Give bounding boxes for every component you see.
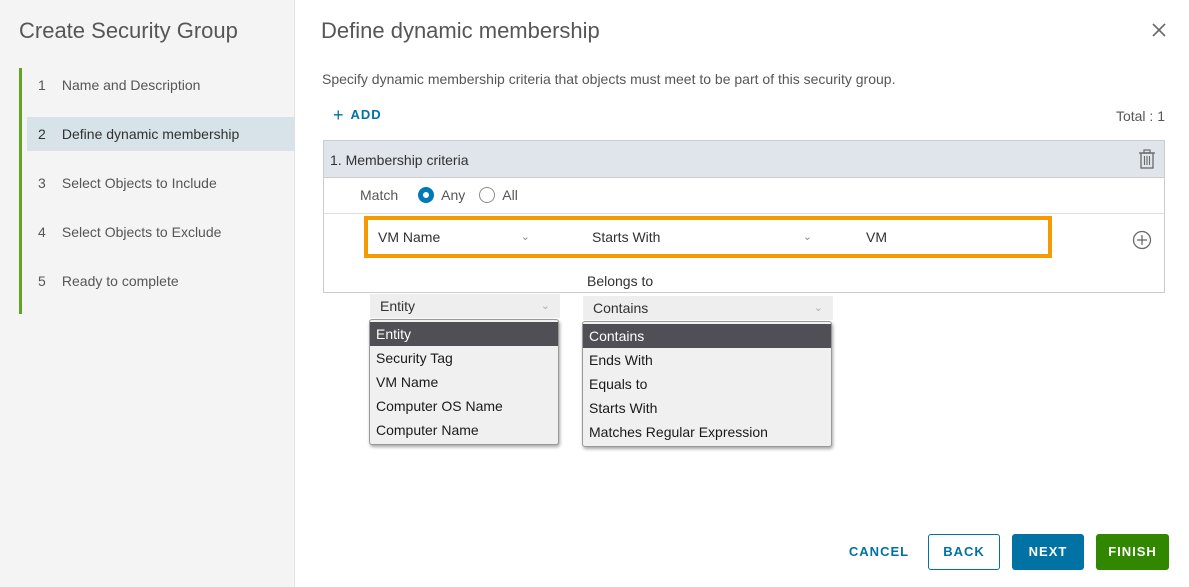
value-input[interactable]: VM [858,225,1044,249]
match-any-option[interactable]: Any [418,187,465,203]
step-name-and-description[interactable]: 1 Name and Description [22,68,295,102]
operator-option[interactable]: Matches Regular Expression [583,420,831,444]
entity-option[interactable]: Entity [370,322,558,346]
operator-option[interactable]: Equals to [583,372,831,396]
close-icon[interactable] [1151,22,1167,38]
radio-all[interactable] [479,187,496,203]
step-label: Select Objects to Exclude [61,224,222,240]
next-button[interactable]: NEXT [1012,534,1084,570]
step-number: 2 [38,126,46,142]
step-label: Ready to complete [61,273,179,289]
wizard-steps: 1 Name and Description 2 Define dynamic … [19,68,295,314]
chevron-down-icon: ⌄ [520,231,530,243]
page-description: Specify dynamic membership criteria that… [322,71,896,87]
step-select-objects-to-exclude[interactable]: 4 Select Objects to Exclude [22,215,295,249]
value-input-text: VM [866,229,887,245]
step-label: Name and Description [61,77,201,93]
step-ready-to-complete[interactable]: 5 Ready to complete [22,264,295,298]
wizard-sidebar: Create Security Group 1 Name and Descrip… [0,0,295,587]
step-number: 4 [38,224,46,240]
operator-select[interactable]: Starts With ⌄ [584,225,822,249]
finish-button[interactable]: FINISH [1096,534,1169,570]
criteria-header: 1. Membership criteria [324,141,1164,178]
step-label: Define dynamic membership [61,126,240,142]
entity-dropdown-list: Entity Security Tag VM Name Computer OS … [369,319,559,445]
step-number: 3 [38,175,46,191]
match-all-option[interactable]: All [479,187,518,203]
cancel-button[interactable]: CANCEL [845,534,913,570]
entity-dropdown-header[interactable]: Entity ⌄ [370,294,560,318]
plus-icon: + [333,104,345,125]
step-select-objects-to-include[interactable]: 3 Select Objects to Include [22,166,295,200]
operator-option[interactable]: Contains [583,324,831,348]
chevron-down-icon: ⌄ [813,302,823,314]
page-title: Define dynamic membership [321,18,600,43]
radio-all-label: All [502,187,518,203]
radio-any[interactable] [418,187,435,203]
wizard-title: Create Security Group [19,18,238,43]
step-number: 5 [38,273,46,289]
trash-icon[interactable] [1138,149,1156,169]
entity-option[interactable]: Computer OS Name [370,394,558,418]
operator-dropdown-selected: Contains [593,300,649,316]
field-select[interactable]: VM Name ⌄ [370,225,540,249]
step-label: Select Objects to Include [61,175,217,191]
criteria-title: 1. Membership criteria [330,152,469,168]
operator-dropdown-header[interactable]: Contains ⌄ [583,296,833,320]
entity-dropdown-selected: Entity [380,298,416,314]
field-select-value: VM Name [378,229,441,245]
divider [324,213,1164,214]
rule-row-highlight: VM Name ⌄ Starts With ⌄ VM [364,216,1052,258]
operator-dropdown-list: Contains Ends With Equals to Starts With… [582,321,832,447]
step-define-dynamic-membership[interactable]: 2 Define dynamic membership [27,117,295,151]
main-panel: Define dynamic membership Specify dynami… [295,0,1189,587]
chevron-down-icon: ⌄ [802,231,812,243]
membership-criteria-card: 1. Membership criteria Match Any All VM … [323,140,1165,293]
total-count: Total : 1 [1115,108,1165,124]
entity-option[interactable]: VM Name [370,370,558,394]
add-criteria-button[interactable]: + ADD [333,104,382,125]
match-label: Match [360,187,399,203]
entity-option[interactable]: Computer Name [370,418,558,442]
operator-select-value: Starts With [592,229,661,245]
entity-option[interactable]: Security Tag [370,346,558,370]
operator-option[interactable]: Ends With [583,348,831,372]
step-number: 1 [38,77,46,93]
add-circle-icon[interactable] [1132,230,1152,250]
add-label: ADD [350,107,382,122]
match-row: Match Any All [360,187,518,203]
chevron-down-icon: ⌄ [540,300,550,312]
belongs-to-label: Belongs to [587,273,654,289]
back-button[interactable]: BACK [928,534,1000,570]
radio-any-label: Any [441,187,466,203]
operator-option[interactable]: Starts With [583,396,831,420]
